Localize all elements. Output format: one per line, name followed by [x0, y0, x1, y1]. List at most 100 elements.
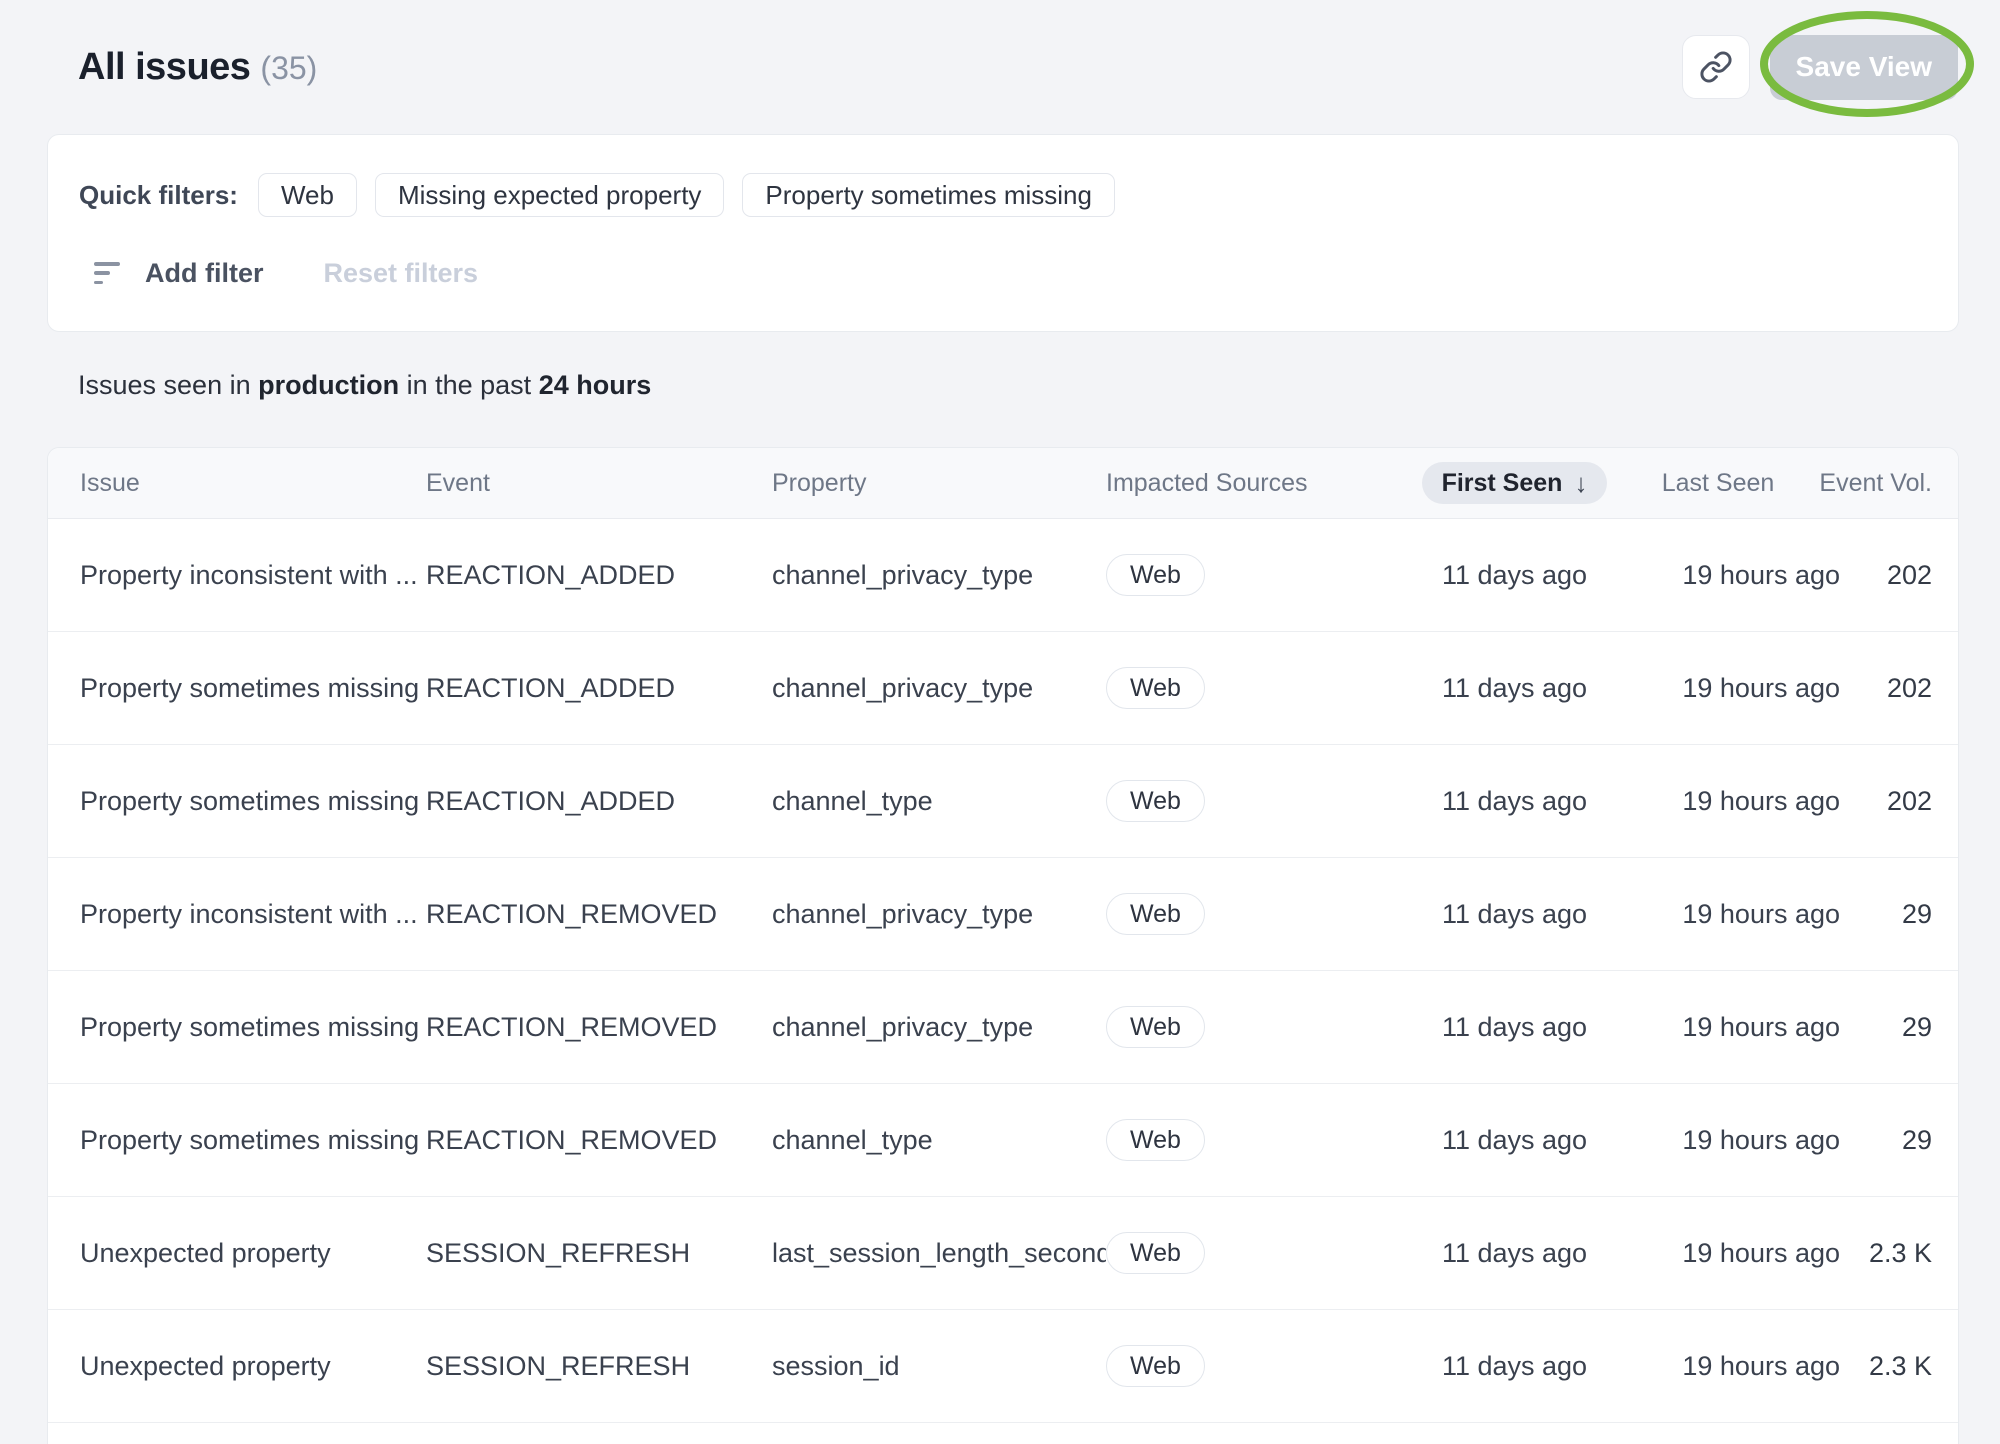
cell-impacted-sources: Web	[1106, 1345, 1433, 1387]
source-pill-web: Web	[1106, 1232, 1205, 1274]
cell-issue: Property inconsistent with ...	[80, 899, 426, 930]
cell-issue: Unexpected property	[80, 1238, 426, 1269]
cell-event-vol: 29	[1902, 899, 1932, 930]
source-pill-web: Web	[1106, 1119, 1205, 1161]
cell-property: channel_privacy_type	[772, 560, 1106, 591]
cell-property: channel_privacy_type	[772, 899, 1106, 930]
column-header-issue: Issue	[80, 469, 426, 498]
quick-filter-chip-web[interactable]: Web	[258, 173, 357, 217]
cell-last-seen: 19 hours ago	[1682, 1351, 1840, 1382]
source-pill-web: Web	[1106, 1006, 1205, 1048]
cell-event: REACTION_REMOVED	[426, 1012, 772, 1043]
cell-first-seen: 11 days ago	[1442, 1238, 1587, 1269]
cell-last-seen: 19 hours ago	[1682, 673, 1840, 704]
cell-last-seen: 19 hours ago	[1682, 560, 1840, 591]
cell-issue: Property sometimes missing	[80, 786, 426, 817]
cell-first-seen: 11 days ago	[1442, 1012, 1587, 1043]
cell-impacted-sources: Web	[1106, 1119, 1433, 1161]
cell-first-seen: 11 days ago	[1442, 1351, 1587, 1382]
reset-filters-button[interactable]: Reset filters	[324, 258, 479, 289]
cell-last-seen: 19 hours ago	[1682, 899, 1840, 930]
cell-first-seen: 11 days ago	[1442, 673, 1587, 704]
cell-event: REACTION_REMOVED	[426, 1125, 772, 1156]
cell-event-vol: 2.3 K	[1869, 1238, 1932, 1269]
cell-last-seen: 19 hours ago	[1682, 1012, 1840, 1043]
source-pill-web: Web	[1106, 780, 1205, 822]
cell-event: SESSION_REFRESH	[426, 1238, 772, 1269]
table-row[interactable]: Property inconsistent with ... REACTION_…	[48, 519, 1958, 632]
cell-impacted-sources: Web	[1106, 1232, 1433, 1274]
save-view-button[interactable]: Save View	[1770, 35, 1958, 100]
quick-filter-chip-missing-expected-property[interactable]: Missing expected property	[375, 173, 724, 217]
table-row[interactable]: Property sometimes missing REACTION_ADDE…	[48, 745, 1958, 858]
filter-lines-icon	[94, 262, 120, 284]
cell-event-vol: 29	[1902, 1012, 1932, 1043]
cell-event: REACTION_REMOVED	[426, 899, 772, 930]
status-range: 24 hours	[539, 370, 652, 400]
source-pill-web: Web	[1106, 554, 1205, 596]
cell-issue: Property sometimes missing	[80, 1012, 426, 1043]
quick-filters-label: Quick filters:	[79, 180, 238, 211]
cell-last-seen: 19 hours ago	[1682, 1238, 1840, 1269]
cell-impacted-sources: Web	[1106, 667, 1433, 709]
cell-property: channel_type	[772, 1125, 1106, 1156]
cell-issue: Property sometimes missing	[80, 1125, 426, 1156]
column-header-event-vol: Event Vol.	[1819, 469, 1932, 498]
add-filter-button[interactable]: Add filter	[145, 258, 264, 289]
source-pill-web: Web	[1106, 1345, 1205, 1387]
quick-filters-row: Quick filters: Web Missing expected prop…	[79, 173, 1927, 217]
cell-event-vol: 202	[1887, 673, 1932, 704]
cell-event: SESSION_REFRESH	[426, 1351, 772, 1382]
cell-event: REACTION_ADDED	[426, 560, 772, 591]
cell-last-seen: 19 hours ago	[1682, 1125, 1840, 1156]
issues-table: Issue Event Property Impacted Sources Fi…	[47, 447, 1959, 1444]
cell-property: session_id	[772, 1351, 1106, 1382]
filters-card: Quick filters: Web Missing expected prop…	[47, 134, 1959, 332]
cell-issue: Property inconsistent with ...	[80, 560, 426, 591]
cell-property: channel_privacy_type	[772, 673, 1106, 704]
cell-issue: Unexpected property	[80, 1351, 426, 1382]
table-row[interactable]: Property sometimes missing REACTION_ADDE…	[48, 632, 1958, 745]
cell-last-seen: 19 hours ago	[1682, 786, 1840, 817]
column-header-last-seen: Last Seen	[1662, 469, 1775, 498]
copy-link-button[interactable]	[1682, 35, 1750, 99]
cell-property: last_session_length_seconds	[772, 1238, 1106, 1269]
cell-impacted-sources: Web	[1106, 1006, 1433, 1048]
cell-event-vol: 202	[1887, 786, 1932, 817]
cell-impacted-sources: Web	[1106, 554, 1433, 596]
cell-first-seen: 11 days ago	[1442, 1125, 1587, 1156]
cell-first-seen: 11 days ago	[1442, 899, 1587, 930]
column-header-property: Property	[772, 469, 1106, 498]
page-title-text: All issues	[78, 46, 250, 88]
cell-first-seen: 11 days ago	[1442, 560, 1587, 591]
status-environment: production	[258, 370, 399, 400]
table-header-row: Issue Event Property Impacted Sources Fi…	[48, 448, 1958, 519]
top-actions: Save View	[1682, 35, 1958, 100]
cell-event-vol: 202	[1887, 560, 1932, 591]
source-pill-web: Web	[1106, 893, 1205, 935]
cell-property: channel_type	[772, 786, 1106, 817]
issue-count-badge: (35)	[260, 50, 317, 86]
table-row[interactable]: Unexpected property SESSION_REFRESH last…	[48, 1197, 1958, 1310]
cell-first-seen: 11 days ago	[1442, 786, 1587, 817]
table-row[interactable]: Property sometimes missing REACTION_REMO…	[48, 971, 1958, 1084]
cell-event-vol: 2.3 K	[1869, 1351, 1932, 1382]
column-header-impacted-sources: Impacted Sources	[1106, 469, 1433, 498]
cell-event: REACTION_ADDED	[426, 786, 772, 817]
table-row[interactable]: Property sometimes missing REACTION_REMO…	[48, 1084, 1958, 1197]
column-header-first-seen-sort[interactable]: First Seen ↓	[1422, 462, 1608, 504]
cell-impacted-sources: Web	[1106, 893, 1433, 935]
column-header-event: Event	[426, 469, 772, 498]
quick-filter-chip-property-sometimes-missing[interactable]: Property sometimes missing	[742, 173, 1115, 217]
table-row[interactable]: Property inconsistent with ... REACTION_…	[48, 858, 1958, 971]
cell-property: channel_privacy_type	[772, 1012, 1106, 1043]
status-middle: in the past	[399, 370, 539, 400]
source-pill-web: Web	[1106, 667, 1205, 709]
status-line: Issues seen in production in the past 24…	[78, 370, 2000, 402]
table-row[interactable]: Unexpected property SESSION_REFRESH sess…	[48, 1310, 1958, 1423]
table-body: Property inconsistent with ... REACTION_…	[48, 519, 1958, 1423]
cell-impacted-sources: Web	[1106, 780, 1433, 822]
status-prefix: Issues seen in	[78, 370, 258, 400]
cell-event-vol: 29	[1902, 1125, 1932, 1156]
cell-event: REACTION_ADDED	[426, 673, 772, 704]
